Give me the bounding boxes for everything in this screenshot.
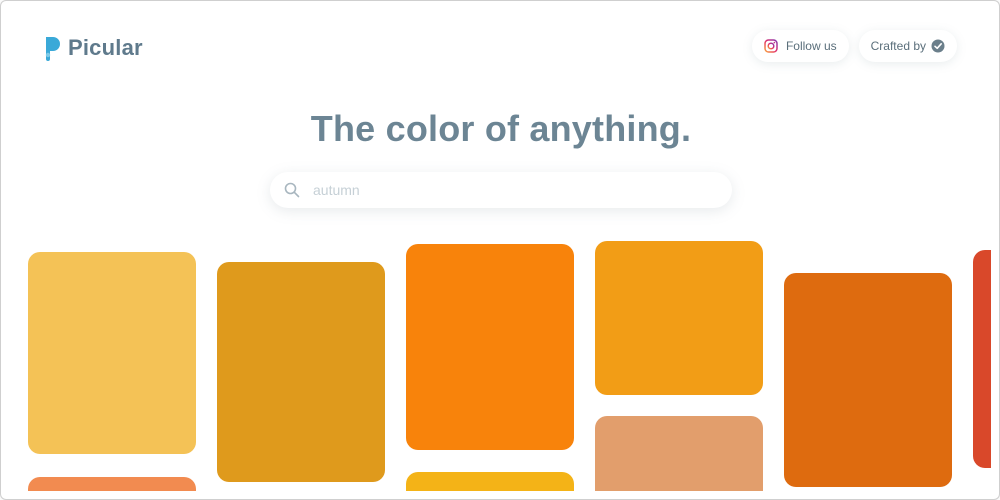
color-swatch[interactable] bbox=[406, 244, 574, 450]
browser-frame: Picular Follow us Crafted by The color o… bbox=[0, 0, 1000, 500]
follow-us-button[interactable]: Follow us bbox=[751, 30, 849, 62]
color-swatch[interactable] bbox=[217, 262, 385, 482]
color-swatch[interactable] bbox=[595, 241, 763, 395]
crafted-by-label: Crafted by bbox=[870, 39, 926, 53]
search-input[interactable] bbox=[311, 181, 695, 199]
color-swatch[interactable] bbox=[28, 477, 196, 491]
color-swatch[interactable] bbox=[28, 252, 196, 454]
crafted-by-button[interactable]: Crafted by bbox=[858, 30, 957, 62]
logo[interactable]: Picular bbox=[42, 35, 143, 61]
top-nav: Follow us Crafted by bbox=[751, 30, 957, 62]
search-icon bbox=[284, 182, 300, 198]
color-swatch[interactable] bbox=[784, 273, 952, 487]
color-swatch[interactable] bbox=[973, 250, 991, 468]
color-swatch[interactable] bbox=[595, 416, 763, 491]
instagram-icon bbox=[764, 39, 778, 53]
color-swatch[interactable] bbox=[406, 472, 574, 491]
page: Picular Follow us Crafted by The color o… bbox=[11, 11, 991, 491]
logo-text: Picular bbox=[68, 35, 143, 60]
checkmark-badge-icon bbox=[931, 39, 945, 53]
droplet-icon bbox=[45, 37, 60, 61]
follow-us-label: Follow us bbox=[785, 39, 837, 53]
search-bar[interactable] bbox=[270, 172, 732, 208]
page-title: The color of anything. bbox=[310, 108, 692, 149]
